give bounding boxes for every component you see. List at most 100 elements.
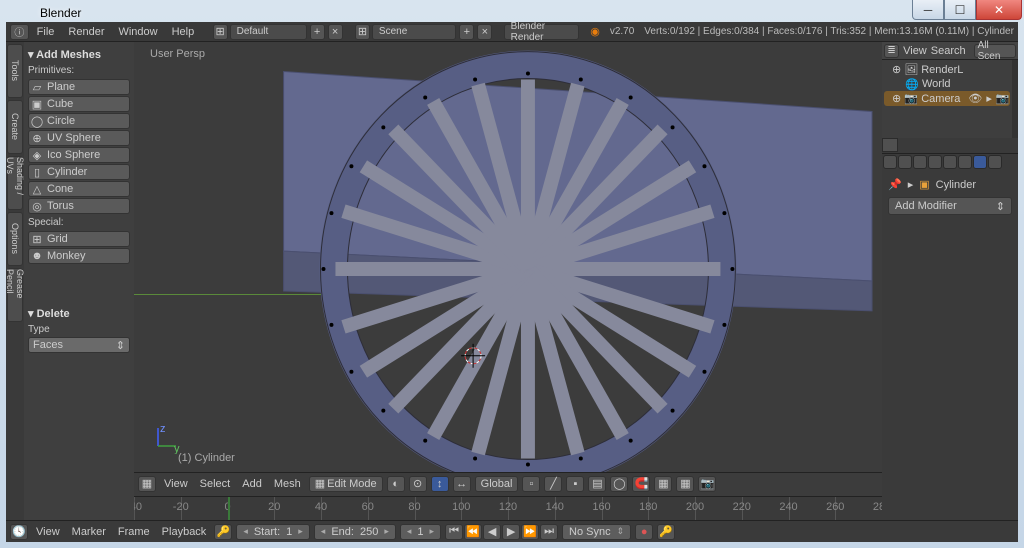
delete-type-dropdown[interactable]: Faces⇕ xyxy=(28,337,130,353)
pin-icon[interactable]: 📌 xyxy=(888,178,902,191)
sync-dropdown[interactable]: No Sync⇕ xyxy=(562,524,631,540)
add-modifier-dropdown[interactable]: Add Modifier ⇕ xyxy=(888,197,1012,215)
tab-grease-pencil[interactable]: Grease Pencil xyxy=(7,268,23,322)
tl-playback[interactable]: Playback xyxy=(158,526,211,538)
tab-options[interactable]: Options xyxy=(7,212,23,266)
pivot-icon[interactable]: ⊙ xyxy=(409,476,427,492)
outliner-scrollbar[interactable] xyxy=(1012,60,1018,138)
outliner-row-camera[interactable]: ⊕📷Camera 👁▸📷 xyxy=(884,91,1010,106)
3d-viewport[interactable]: User Persp (1) Cylinder z y ▦ View Selec… xyxy=(134,42,882,520)
play-button[interactable]: ▶ xyxy=(502,524,520,540)
props-render-icon[interactable] xyxy=(898,155,912,169)
outliner-view[interactable]: View xyxy=(903,45,927,57)
scene-browse-icon[interactable]: ⊞ xyxy=(355,24,370,40)
layout-dropdown[interactable]: Default xyxy=(230,24,307,40)
keying-set-icon[interactable]: 🔑 xyxy=(657,524,675,540)
manip-move-icon[interactable]: ↔ xyxy=(453,476,471,492)
outliner-search[interactable]: Search xyxy=(931,45,966,57)
layers-1-icon[interactable]: ▦ xyxy=(654,476,672,492)
restrict-view-icon[interactable]: 👁 xyxy=(968,92,982,105)
viewheader-select[interactable]: Select xyxy=(196,478,235,490)
outliner[interactable]: ⊕🖼RenderL 🌐World ⊕📷Camera 👁▸📷 xyxy=(882,60,1018,138)
editor-type-icon[interactable]: ⓘ xyxy=(10,24,29,40)
expand-icon[interactable]: ⊕ xyxy=(892,63,901,76)
props-modifiers-icon[interactable] xyxy=(973,155,987,169)
vertex-select-icon[interactable]: ▫ xyxy=(522,476,540,492)
orientation-dropdown[interactable]: Global xyxy=(475,476,519,492)
tl-marker[interactable]: Marker xyxy=(68,526,110,538)
props-editor-icon[interactable] xyxy=(883,155,897,169)
timeline-editor-icon[interactable]: 🕓 xyxy=(10,524,28,540)
render-preview-icon[interactable]: 📷 xyxy=(698,476,716,492)
snap-icon[interactable]: 🧲 xyxy=(632,476,650,492)
scene-remove-button[interactable]: × xyxy=(477,24,492,40)
record-button[interactable]: ● xyxy=(635,524,653,540)
layout-browse-icon[interactable]: ⊞ xyxy=(213,24,228,40)
tab-shading-uvs[interactable]: Shading / UVs xyxy=(7,156,23,210)
add-monkey-button[interactable]: ☻Monkey xyxy=(28,248,130,264)
layout-remove-button[interactable]: × xyxy=(328,24,343,40)
scene-dropdown[interactable]: Scene xyxy=(372,24,456,40)
keyframe-next-button[interactable]: ⏩ xyxy=(521,524,539,540)
mode-dropdown[interactable]: ▦Edit Mode xyxy=(309,476,383,492)
outliner-row-world[interactable]: 🌐World xyxy=(884,77,1010,91)
add-cylinder-button[interactable]: ▯Cylinder xyxy=(28,164,130,180)
end-frame-input[interactable]: ◂End:250▸ xyxy=(314,524,396,540)
add-grid-button[interactable]: ⊞Grid xyxy=(28,231,130,247)
add-uv-sphere-button[interactable]: ⊕UV Sphere xyxy=(28,130,130,146)
props-scene-icon[interactable] xyxy=(913,155,927,169)
add-circle-button[interactable]: ◯Circle xyxy=(28,113,130,129)
add-cube-button[interactable]: ▣Cube xyxy=(28,96,130,112)
limit-select-icon[interactable]: ▤ xyxy=(588,476,606,492)
add-ico-sphere-button[interactable]: ◈Ico Sphere xyxy=(28,147,130,163)
scene-add-button[interactable]: + xyxy=(459,24,474,40)
outliner-row-renderlayers[interactable]: ⊕🖼RenderL xyxy=(884,62,1010,77)
edge-select-icon[interactable]: ╱ xyxy=(544,476,562,492)
restrict-render-icon[interactable]: 📷 xyxy=(996,92,1010,105)
menu-render[interactable]: Render xyxy=(62,24,110,40)
props-data-icon[interactable] xyxy=(988,155,1002,169)
tl-frame[interactable]: Frame xyxy=(114,526,154,538)
jump-end-button[interactable]: ⏭ xyxy=(540,524,558,540)
outliner-corner-grip[interactable] xyxy=(882,138,898,152)
editor-type-icon[interactable]: ▦ xyxy=(138,476,156,492)
proportional-icon[interactable]: ◯ xyxy=(610,476,628,492)
tl-view[interactable]: View xyxy=(32,526,64,538)
menu-file[interactable]: File xyxy=(31,24,61,40)
viewheader-mesh[interactable]: Mesh xyxy=(270,478,305,490)
add-meshes-header[interactable]: Add Meshes xyxy=(28,46,130,63)
keyframe-prev-button[interactable]: ⏪ xyxy=(464,524,482,540)
face-select-icon[interactable]: ▪ xyxy=(566,476,584,492)
props-world-icon[interactable] xyxy=(928,155,942,169)
layers-2-icon[interactable]: ▦ xyxy=(676,476,694,492)
tab-create[interactable]: Create xyxy=(7,100,23,154)
tl-autokey-icon[interactable]: 🔑 xyxy=(214,524,232,540)
outliner-filter-dropdown[interactable]: All Scen xyxy=(974,44,1016,58)
delete-header[interactable]: Delete xyxy=(28,305,130,322)
add-cone-button[interactable]: △Cone xyxy=(28,181,130,197)
menu-help[interactable]: Help xyxy=(166,24,201,40)
current-frame-input[interactable]: ◂1▸ xyxy=(400,524,441,540)
outliner-editor-icon[interactable]: ≣ xyxy=(884,44,899,58)
renderer-dropdown[interactable]: Blender Render xyxy=(504,24,579,40)
viewheader-add[interactable]: Add xyxy=(238,478,266,490)
shading-icon[interactable]: ◐ xyxy=(387,476,405,492)
manipulator-icon[interactable]: ↕ xyxy=(431,476,449,492)
add-torus-button[interactable]: ◎Torus xyxy=(28,198,130,214)
timeline-ruler[interactable]: -40-200204060801001201401601802002202402… xyxy=(134,496,882,520)
window-close-button[interactable]: ✕ xyxy=(976,0,1022,20)
tab-tools[interactable]: Tools xyxy=(7,44,23,98)
layout-add-button[interactable]: + xyxy=(310,24,325,40)
start-frame-input[interactable]: ◂Start:1▸ xyxy=(236,524,309,540)
play-reverse-button[interactable]: ◀ xyxy=(483,524,501,540)
add-plane-button[interactable]: ▱Plane xyxy=(28,79,130,95)
expand-icon[interactable]: ⊕ xyxy=(892,92,901,105)
window-minimize-button[interactable]: ─ xyxy=(912,0,944,20)
restrict-select-icon[interactable]: ▸ xyxy=(986,92,992,105)
menu-window[interactable]: Window xyxy=(112,24,163,40)
window-maximize-button[interactable]: ☐ xyxy=(944,0,976,20)
viewheader-view[interactable]: View xyxy=(160,478,192,490)
props-object-icon[interactable] xyxy=(943,155,957,169)
jump-start-button[interactable]: ⏮ xyxy=(445,524,463,540)
props-constraints-icon[interactable] xyxy=(958,155,972,169)
